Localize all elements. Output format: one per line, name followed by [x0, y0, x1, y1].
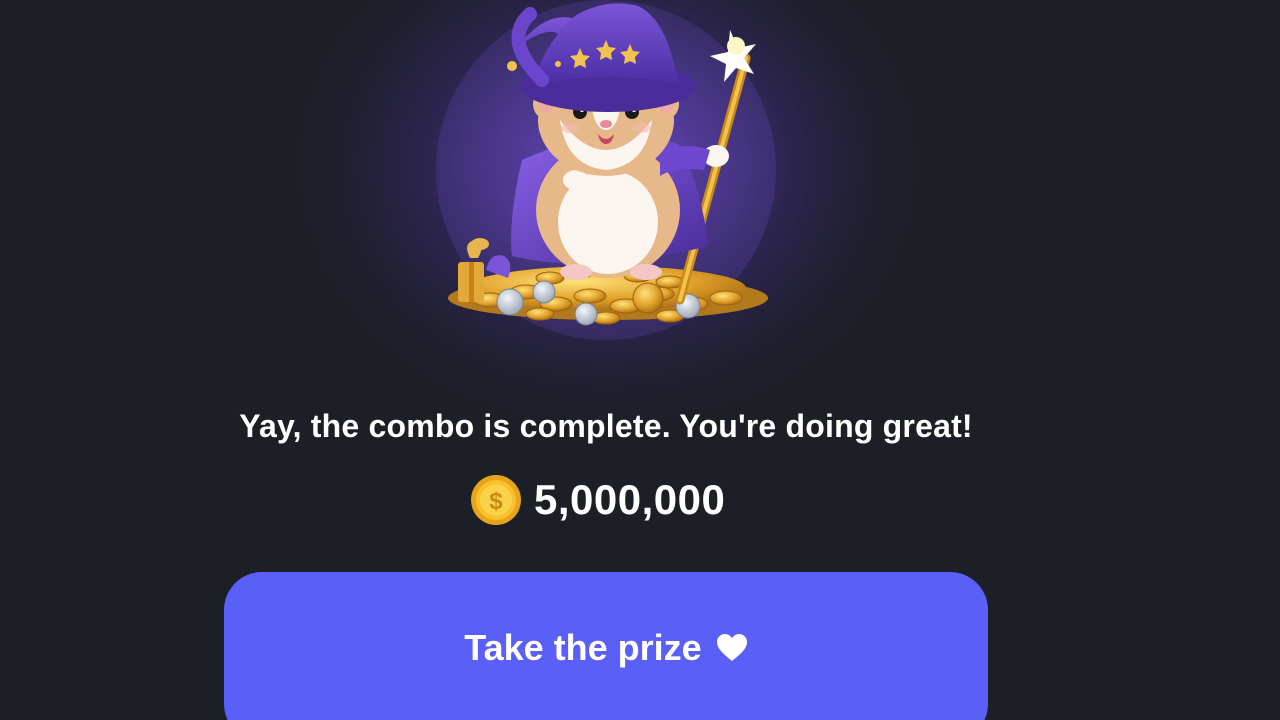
gold-coin-icon: $ [471, 475, 521, 525]
coin-symbol: $ [489, 488, 503, 515]
reward-amount-row: $ 5,000,000 [470, 472, 725, 528]
reward-amount: 5,000,000 [534, 476, 726, 523]
reward-screen: Yay, the combo is complete. You're doing… [0, 0, 1280, 720]
heart-icon [716, 634, 747, 661]
hamster-wizard-illustration [448, 3, 768, 326]
take-prize-button-content: Take the prize [464, 626, 747, 670]
take-prize-button[interactable]: Take the prize [224, 572, 988, 720]
combo-complete-message: Yay, the combo is complete. You're doing… [239, 408, 973, 444]
take-prize-label: Take the prize [464, 627, 702, 668]
